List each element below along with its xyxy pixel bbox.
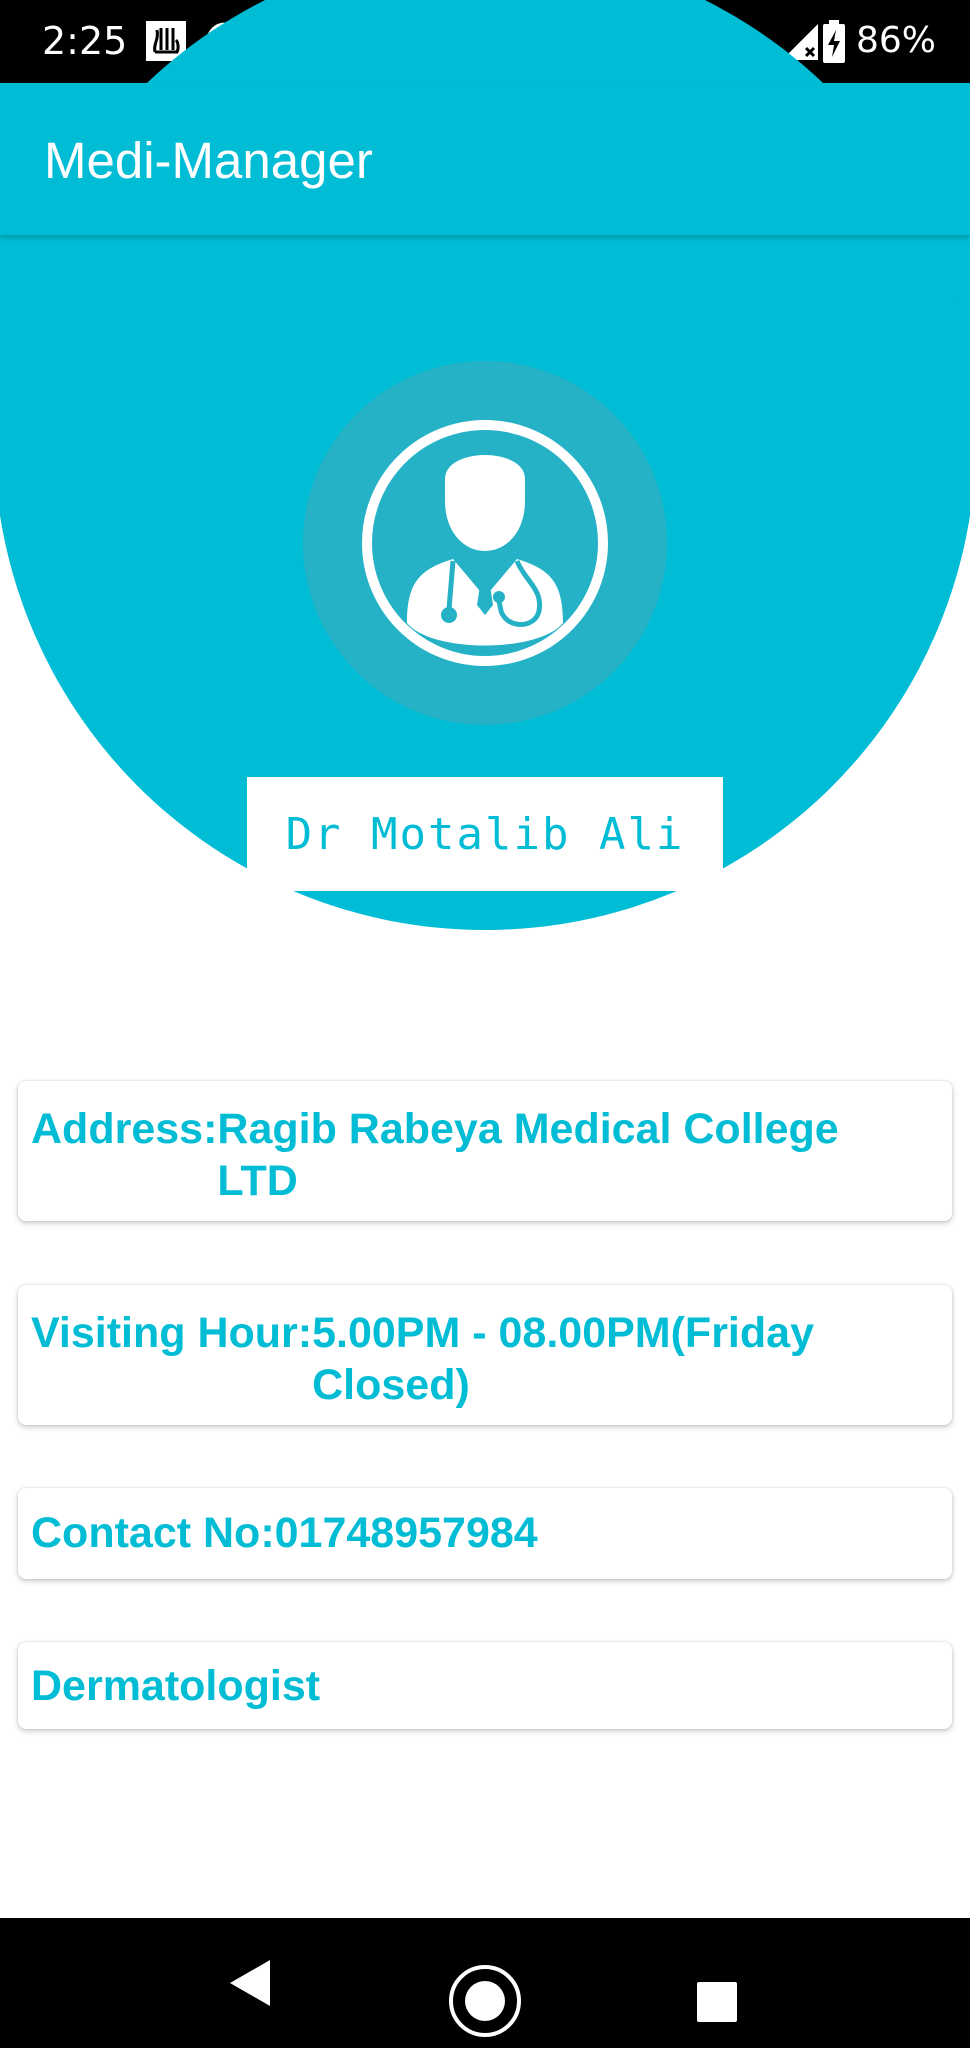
doctor-name-box: Dr Motalib Ali xyxy=(247,777,723,891)
battery-percent: 86% xyxy=(856,20,937,61)
status-time: 2:25 xyxy=(42,19,128,63)
navigation-bar xyxy=(0,1918,970,2048)
visiting-hour-value: 5.00PM - 08.00PM(Friday Closed) xyxy=(312,1309,814,1409)
app-bar: Medi-Manager xyxy=(0,83,970,235)
specialty-value: Dermatologist xyxy=(31,1662,321,1710)
visiting-hour-card: Visiting Hour: 5.00PM - 08.00PM(Friday C… xyxy=(18,1285,952,1425)
contact-card: Contact No: 01748957984 xyxy=(18,1488,952,1579)
doctor-avatar-icon xyxy=(362,420,608,666)
address-label: Address: xyxy=(31,1105,218,1153)
address-value: Ragib Rabeya Medical College LTD xyxy=(217,1105,839,1205)
avatar xyxy=(303,361,667,725)
contact-value: 01748957984 xyxy=(274,1509,538,1557)
back-icon[interactable] xyxy=(228,1958,272,2013)
recents-icon[interactable] xyxy=(697,1982,737,2027)
battery-icon xyxy=(822,20,846,69)
home-icon[interactable] xyxy=(447,1963,523,2044)
visiting-hour-label: Visiting Hour: xyxy=(31,1309,313,1357)
app-title: Medi-Manager xyxy=(44,132,373,189)
address-card: Address: Ragib Rabeya Medical College LT… xyxy=(18,1081,952,1221)
specialty-card: Dermatologist xyxy=(18,1642,952,1729)
doctor-name: Dr Motalib Ali xyxy=(285,808,685,860)
contact-label: Contact No: xyxy=(31,1509,275,1557)
